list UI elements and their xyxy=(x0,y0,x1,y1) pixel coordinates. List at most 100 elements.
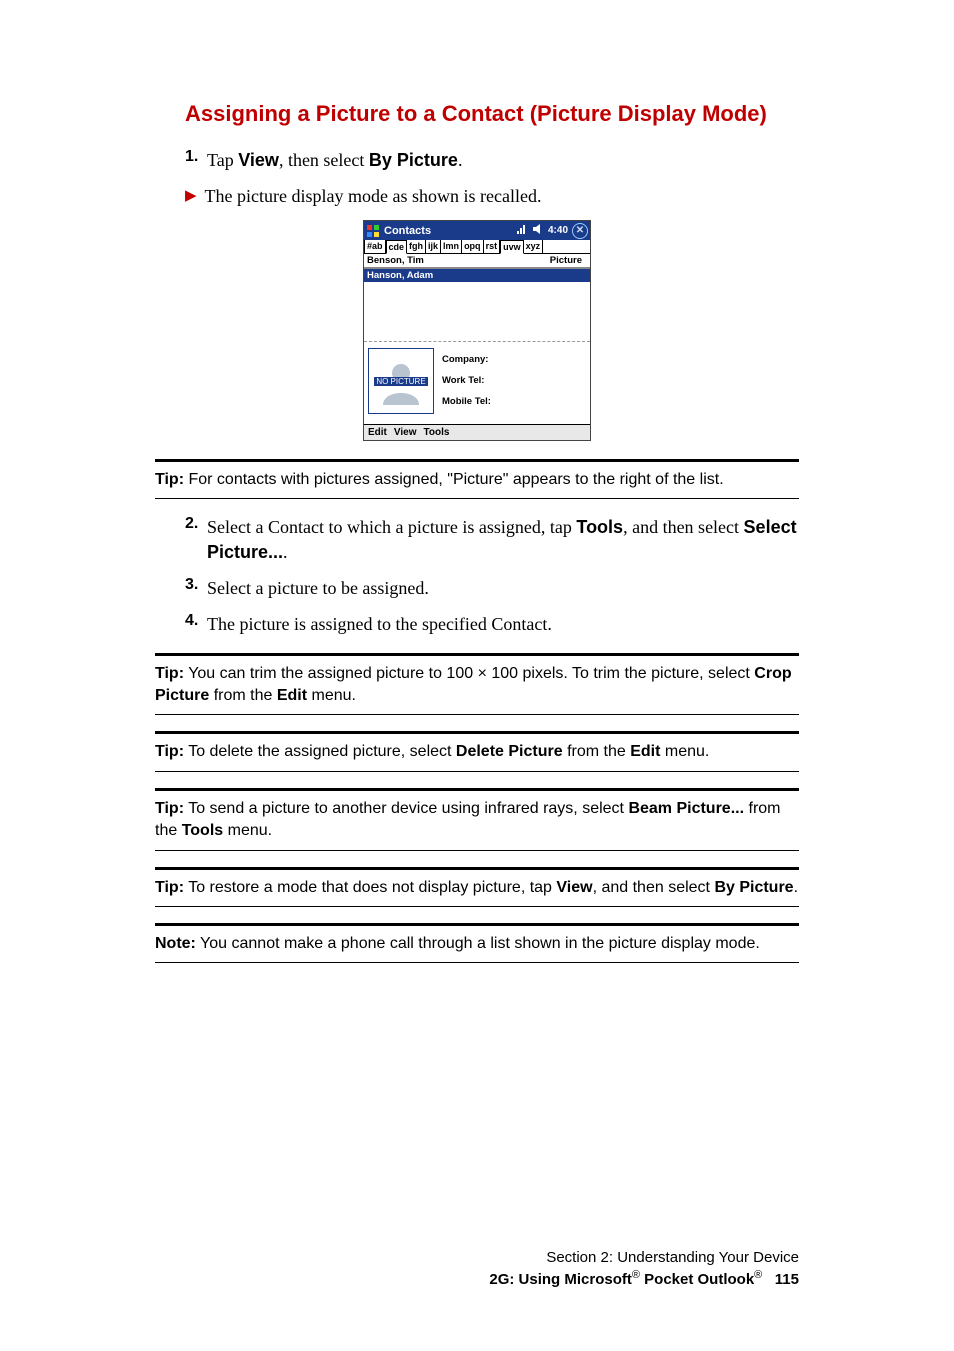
t: Tap xyxy=(207,150,238,170)
speaker-icon xyxy=(532,223,544,238)
t: Delete Picture xyxy=(456,743,563,760)
t: View xyxy=(238,150,279,170)
ss-menubar: Edit View Tools xyxy=(364,424,590,440)
ss-index-tabs: #ab cde fgh ijk lmn opq rst uvw xyz xyxy=(364,240,590,254)
field-mobile-tel: Mobile Tel: xyxy=(442,392,491,413)
note-body: You cannot make a phone call through a l… xyxy=(196,935,760,952)
contact-row-selected: Hanson, Adam xyxy=(364,269,590,282)
note-label: Note: xyxy=(155,935,196,952)
close-icon: ✕ xyxy=(572,223,588,239)
manual-page: Assigning a Picture to a Contact (Pictur… xyxy=(0,0,954,1351)
step-number: 4. xyxy=(185,612,207,630)
step-2: 2. Select a Contact to which a picture i… xyxy=(185,515,799,564)
index-tab: cde xyxy=(386,240,408,254)
menu-tools: Tools xyxy=(424,427,450,438)
t: , and then select xyxy=(623,517,743,537)
t: . xyxy=(458,150,463,170)
t: Select a Contact to which a picture is a… xyxy=(207,517,576,537)
index-tab: lmn xyxy=(441,240,462,253)
footer-section: Section 2: Understanding Your Device xyxy=(155,1247,799,1269)
bullet-text: The picture display mode as shown is rec… xyxy=(205,184,542,208)
registered-icon: ® xyxy=(632,1269,640,1281)
section-title: Assigning a Picture to a Contact (Pictur… xyxy=(185,100,799,128)
page-footer: Section 2: Understanding Your Device 2G:… xyxy=(155,1247,799,1292)
t: , and then select xyxy=(593,879,715,896)
t: Pocket Outlook xyxy=(640,1271,754,1288)
ss-app-title: Contacts xyxy=(384,225,516,237)
index-tab: opq xyxy=(462,240,484,253)
page-number: 115 xyxy=(775,1271,799,1288)
step-4: 4. The picture is assigned to the specif… xyxy=(185,612,799,636)
t: menu. xyxy=(307,687,356,704)
tip-1: Tip: For contacts with pictures assigned… xyxy=(155,459,799,499)
ss-time: 4:40 xyxy=(548,225,568,236)
step-3: 3. Select a picture to be assigned. xyxy=(185,576,799,600)
index-tab: fgh xyxy=(407,240,426,253)
t: from the xyxy=(209,687,277,704)
ss-contact-list: Hanson, Adam xyxy=(364,269,590,341)
tip-label: Tip: xyxy=(155,743,184,760)
step-text: The picture is assigned to the specified… xyxy=(207,612,799,636)
ss-detail-pane: NO PICTURE Company: Work Tel: Mobile Tel… xyxy=(364,341,590,424)
index-tab: rst xyxy=(484,240,501,253)
t: Tools xyxy=(576,517,623,537)
tip-4: Tip: To send a picture to another device… xyxy=(155,788,799,851)
t: , then select xyxy=(279,150,369,170)
t: To restore a mode that does not display … xyxy=(184,879,556,896)
triangle-icon: ▶ xyxy=(185,184,197,208)
t: View xyxy=(556,879,592,896)
tip-label: Tip: xyxy=(155,879,184,896)
times-symbol: × xyxy=(478,665,487,682)
windows-flag-icon xyxy=(366,224,380,238)
column-picture: Picture xyxy=(547,254,590,267)
ss-column-headers: Benson, Tim Picture xyxy=(364,254,590,269)
t: . xyxy=(794,879,798,896)
t: Edit xyxy=(277,687,307,704)
step-text: Select a Contact to which a picture is a… xyxy=(207,515,799,564)
index-tab: uvw xyxy=(500,240,524,254)
t: menu. xyxy=(223,822,272,839)
index-tab: xyz xyxy=(524,240,544,253)
t: menu. xyxy=(660,743,709,760)
device-screenshot: Contacts 4:40 ✕ #ab cde fgh ijk lmn opq … xyxy=(363,220,591,441)
signal-icon xyxy=(516,223,528,238)
step-number: 2. xyxy=(185,515,207,533)
ss-titlebar: Contacts 4:40 ✕ xyxy=(364,221,590,240)
step-1: 1. Tap View, then select By Picture. xyxy=(185,148,799,172)
t: Edit xyxy=(630,743,660,760)
tip-5: Tip: To restore a mode that does not dis… xyxy=(155,867,799,907)
t: To send a picture to another device usin… xyxy=(184,800,628,817)
t: By Picture xyxy=(369,150,458,170)
tip-label: Tip: xyxy=(155,800,184,817)
tip-2: Tip: You can trim the assigned picture t… xyxy=(155,653,799,716)
menu-edit: Edit xyxy=(368,427,387,438)
tip-label: Tip: xyxy=(155,665,184,682)
tip-label: Tip: xyxy=(155,471,184,488)
t: Tools xyxy=(182,822,223,839)
tip-3: Tip: To delete the assigned picture, sel… xyxy=(155,731,799,771)
t: 100 pixels. To trim the picture, select xyxy=(487,665,754,682)
t: 2G: Using Microsoft xyxy=(489,1271,632,1288)
result-bullet: ▶ The picture display mode as shown is r… xyxy=(185,184,799,208)
tip-body: For contacts with pictures assigned, "Pi… xyxy=(184,471,724,488)
footer-title: 2G: Using Microsoft® Pocket Outlook® 115 xyxy=(155,1268,799,1291)
step-number: 3. xyxy=(185,576,207,594)
step-text: Select a picture to be assigned. xyxy=(207,576,799,600)
registered-icon: ® xyxy=(754,1269,762,1281)
field-work-tel: Work Tel: xyxy=(442,371,491,392)
menu-view: View xyxy=(394,427,417,438)
no-picture-placeholder: NO PICTURE xyxy=(368,348,434,414)
step-text: Tap View, then select By Picture. xyxy=(207,148,799,172)
t: Beam Picture... xyxy=(628,800,744,817)
t: . xyxy=(283,542,288,562)
index-tab: ijk xyxy=(426,240,441,253)
field-company: Company: xyxy=(442,350,491,371)
note: Note: You cannot make a phone call throu… xyxy=(155,923,799,963)
t: To delete the assigned picture, select xyxy=(184,743,456,760)
step-number: 1. xyxy=(185,148,207,166)
index-tab: #ab xyxy=(364,240,386,253)
t: from the xyxy=(563,743,631,760)
t: By Picture xyxy=(714,879,793,896)
t: You can trim the assigned picture to 100 xyxy=(184,665,478,682)
no-picture-label: NO PICTURE xyxy=(374,377,427,386)
